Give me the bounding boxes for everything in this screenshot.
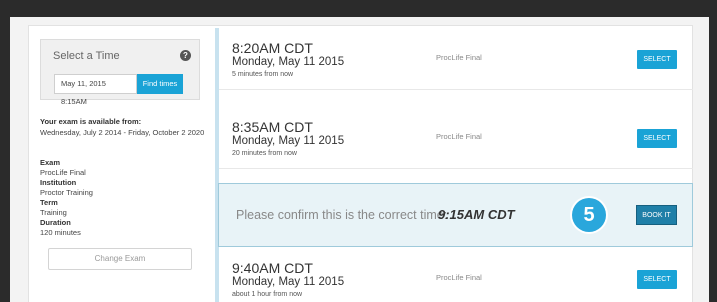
confirm-time-row: Please confirm this is the correct time:…: [218, 183, 693, 247]
slot-day: Monday, May 11 2015: [232, 56, 345, 68]
select-time-panel: Select a Time ? May 11, 2015 8:15AM Find…: [40, 39, 200, 106]
confirm-selected-time: 9:15AM CDT: [438, 207, 515, 222]
select-button[interactable]: SELECT: [637, 129, 677, 148]
time-slot: 9:40AM CDT Monday, May 11 2015 about 1 h…: [219, 248, 693, 302]
exam-details: Exam ProcLife Final Institution Proctor …: [40, 158, 93, 238]
time-slot: 8:35AM CDT Monday, May 11 2015 20 minute…: [219, 107, 693, 169]
date-time-input[interactable]: May 11, 2015 8:15AM: [54, 74, 137, 106]
book-it-button[interactable]: BOOK IT: [636, 205, 677, 225]
change-exam-button[interactable]: Change Exam: [48, 248, 192, 270]
term-label: Term: [40, 198, 58, 207]
duration-value: 120 minutes: [40, 228, 81, 237]
slot-time: 9:40AM CDT: [232, 260, 313, 276]
slot-time: 8:35AM CDT: [232, 119, 313, 135]
help-icon[interactable]: ?: [180, 50, 191, 61]
duration-label: Duration: [40, 218, 71, 227]
institution-value: Proctor Training: [40, 188, 93, 197]
term-value: Training: [40, 208, 67, 217]
time-slot: 8:20AM CDT Monday, May 11 2015 5 minutes…: [219, 28, 693, 90]
slot-time: 8:20AM CDT: [232, 40, 313, 56]
confirm-prompt: Please confirm this is the correct time:: [236, 208, 448, 222]
find-times-button[interactable]: Find times: [137, 74, 183, 94]
step-number-badge: 5: [572, 198, 606, 232]
slot-relative-time: 20 minutes from now: [232, 150, 297, 157]
time-slot-list: 8:20AM CDT Monday, May 11 2015 5 minutes…: [215, 28, 693, 302]
slot-relative-time: about 1 hour from now: [232, 291, 303, 298]
select-time-title: Select a Time: [53, 50, 120, 62]
select-button[interactable]: SELECT: [637, 50, 677, 69]
slot-exam-name: ProcLife Final: [436, 132, 482, 141]
institution-label: Institution: [40, 178, 77, 187]
slot-exam-name: ProcLife Final: [436, 273, 482, 282]
availability-dates: Wednesday, July 2 2014 - Friday, October…: [40, 128, 205, 137]
slot-day: Monday, May 11 2015: [232, 276, 345, 288]
select-button[interactable]: SELECT: [637, 270, 677, 289]
browser-viewport: Select a Time ? May 11, 2015 8:15AM Find…: [10, 17, 709, 302]
exam-value: ProcLife Final: [40, 168, 86, 177]
slot-relative-time: 5 minutes from now: [232, 71, 294, 78]
scheduler-card: Select a Time ? May 11, 2015 8:15AM Find…: [28, 25, 693, 302]
exam-label: Exam: [40, 158, 61, 167]
slot-day: Monday, May 11 2015: [232, 135, 345, 147]
availability-label: Your exam is available from:: [40, 117, 142, 126]
slot-exam-name: ProcLife Final: [436, 53, 482, 62]
